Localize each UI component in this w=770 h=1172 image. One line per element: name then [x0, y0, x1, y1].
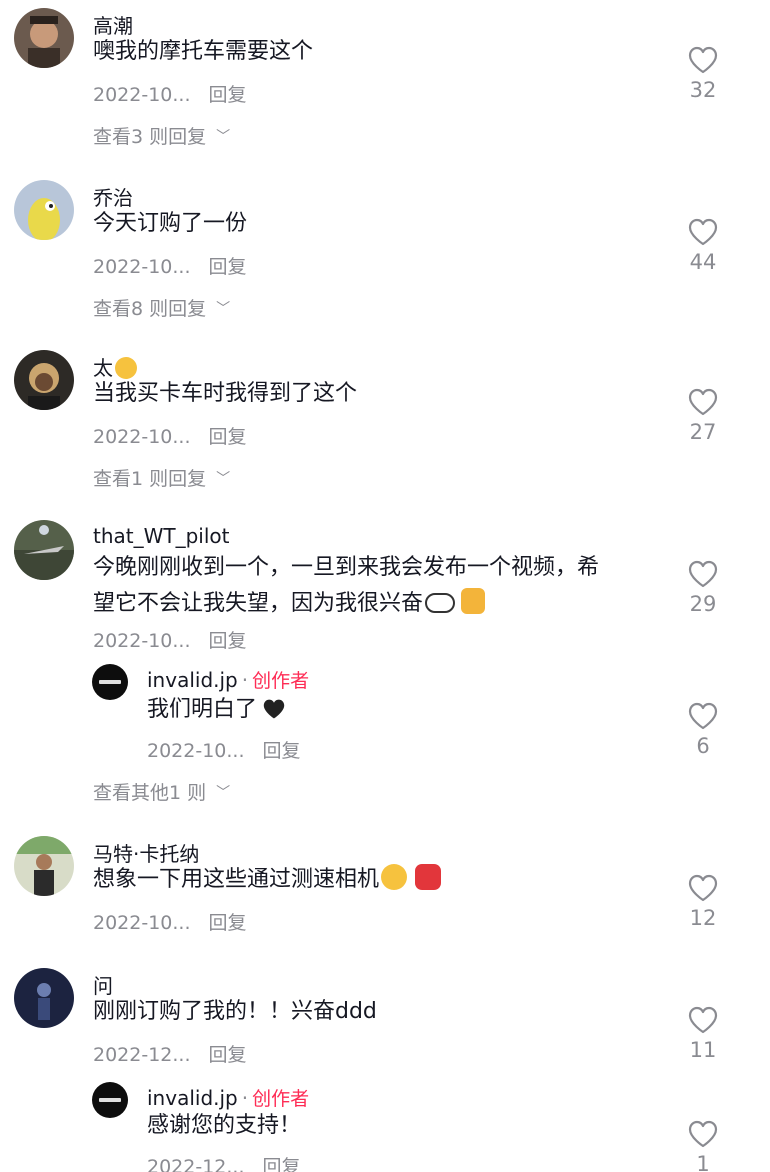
reply-text: 感谢您的支持！ [147, 1113, 302, 1138]
like-count: 32 [689, 78, 717, 102]
like-count: 1 [696, 1152, 710, 1172]
comment-date: 2022-10... [93, 84, 191, 106]
comment-meta: 2022-12... 回复 [93, 1040, 247, 1067]
like-button[interactable]: 1 [673, 1120, 733, 1172]
chevron-down-icon: ﹀ [216, 301, 231, 317]
view-replies-button[interactable]: 查看3 则回复 ﹀ [93, 122, 230, 149]
comment-text: 想象一下用这些通过测速相机 [93, 862, 442, 898]
separator-dot: · [241, 668, 249, 692]
comment-text: 当我买卡车时我得到了这个 [93, 381, 358, 406]
heart-icon [688, 388, 718, 416]
reply-username-label: invalid.jp [147, 668, 238, 692]
view-replies-label: 查看其他1 则 [93, 782, 207, 804]
comment-meta: 2022-10... 回复 [93, 252, 247, 279]
view-replies-button[interactable]: 查看8 则回复 ﹀ [93, 294, 230, 321]
separator-dot: · [241, 1086, 249, 1110]
reply-text: 我们明白了 [147, 692, 287, 728]
like-button[interactable]: 44 [673, 218, 733, 274]
like-button[interactable]: 12 [673, 874, 733, 930]
comment-meta: 2022-10... 回复 [93, 626, 247, 653]
like-button[interactable]: 11 [673, 1006, 733, 1062]
view-replies-label: 查看1 则回复 [93, 468, 207, 490]
view-more-replies-button[interactable]: 查看其他1 则 ﹀ [93, 778, 230, 805]
comment-text-content: 想象一下用这些通过测速相机 [93, 867, 380, 892]
comment-text: 刚刚订购了我的！！兴奋ddd [93, 999, 377, 1024]
avatar[interactable] [14, 520, 74, 580]
reply-button[interactable]: 回复 [209, 84, 247, 106]
heart-icon [688, 46, 718, 74]
reply-username-label: invalid.jp [147, 1086, 238, 1110]
view-replies-label: 查看3 则回复 [93, 126, 207, 148]
like-button[interactable]: 32 [673, 46, 733, 102]
creator-badge: 创作者 [252, 670, 310, 692]
like-count: 29 [689, 592, 717, 616]
like-button[interactable]: 27 [673, 388, 733, 444]
chevron-down-icon: ﹀ [216, 129, 231, 145]
heart-icon [688, 1120, 718, 1148]
heart-icon [688, 874, 718, 902]
like-count: 27 [689, 420, 717, 444]
avatar[interactable] [14, 968, 74, 1028]
comment-date: 2022-10... [93, 426, 191, 448]
reply-button[interactable]: 回复 [263, 740, 301, 762]
comment-text-line: 今晚刚刚收到一个，一旦到来我会发布一个视频，希 [93, 555, 600, 580]
comment-date: 2022-10... [93, 912, 191, 934]
comment-date: 2022-10... [93, 256, 191, 278]
like-count: 11 [689, 1038, 717, 1062]
avatar[interactable] [14, 180, 74, 240]
avatar[interactable] [14, 350, 74, 410]
reply-date: 2022-10... [147, 740, 245, 762]
creator-avatar[interactable] [92, 664, 128, 700]
black-heart-icon [261, 696, 287, 719]
eyes-icon [425, 593, 456, 613]
comment-text: 今天订购了一份 [93, 211, 248, 236]
avatar[interactable] [14, 8, 74, 68]
reply-button[interactable]: 回复 [209, 426, 247, 448]
reply-button[interactable]: 回复 [209, 630, 247, 652]
reply-username[interactable]: invalid.jp · 创作者 [147, 1084, 309, 1111]
folded-hands-icon [461, 588, 486, 614]
avatar[interactable] [14, 836, 74, 896]
comment-date: 2022-12... [93, 1044, 191, 1066]
comment-text: 今晚刚刚收到一个，一旦到来我会发布一个视频，希 望它不会让我失望，因为我很兴奋 [93, 550, 663, 622]
reply-button[interactable]: 回复 [209, 1044, 247, 1066]
chevron-down-icon: ﹀ [216, 785, 231, 801]
view-replies-button[interactable]: 查看1 则回复 ﹀ [93, 464, 230, 491]
heart-icon [688, 702, 718, 730]
reply-button[interactable]: 回复 [209, 912, 247, 934]
like-button[interactable]: 6 [673, 702, 733, 758]
comment-text-line: 望它不会让我失望，因为我很兴奋 [93, 586, 663, 622]
reply-date: 2022-12... [147, 1156, 245, 1172]
like-button[interactable]: 29 [673, 560, 733, 616]
reply-meta: 2022-10... 回复 [147, 736, 301, 763]
reply-text-content: 我们明白了 [147, 697, 258, 722]
creator-avatar[interactable] [92, 1082, 128, 1118]
reply-username[interactable]: invalid.jp · 创作者 [147, 666, 309, 693]
comment-date: 2022-10... [93, 630, 191, 652]
comment-text: 噢我的摩托车需要这个 [93, 39, 314, 64]
comment-text-line-content: 望它不会让我失望，因为我很兴奋 [93, 591, 424, 616]
like-count: 6 [696, 734, 710, 758]
comment-username[interactable]: that_WT_pilot [93, 524, 230, 548]
comment-meta: 2022-10... 回复 [93, 80, 247, 107]
view-replies-label: 查看8 则回复 [93, 298, 207, 320]
like-count: 44 [689, 250, 717, 274]
heart-icon [688, 1006, 718, 1034]
devil-face-icon [415, 864, 442, 890]
reply-meta: 2022-12... 回复 [147, 1152, 301, 1172]
comment-meta: 2022-10... 回复 [93, 908, 247, 935]
creator-badge: 创作者 [252, 1088, 310, 1110]
chevron-down-icon: ﹀ [216, 471, 231, 487]
comment-meta: 2022-10... 回复 [93, 422, 247, 449]
reply-button[interactable]: 回复 [263, 1156, 301, 1172]
like-count: 12 [689, 906, 717, 930]
heart-icon [688, 560, 718, 588]
heart-icon [688, 218, 718, 246]
reply-button[interactable]: 回复 [209, 256, 247, 278]
laughing-face-icon [381, 864, 408, 890]
